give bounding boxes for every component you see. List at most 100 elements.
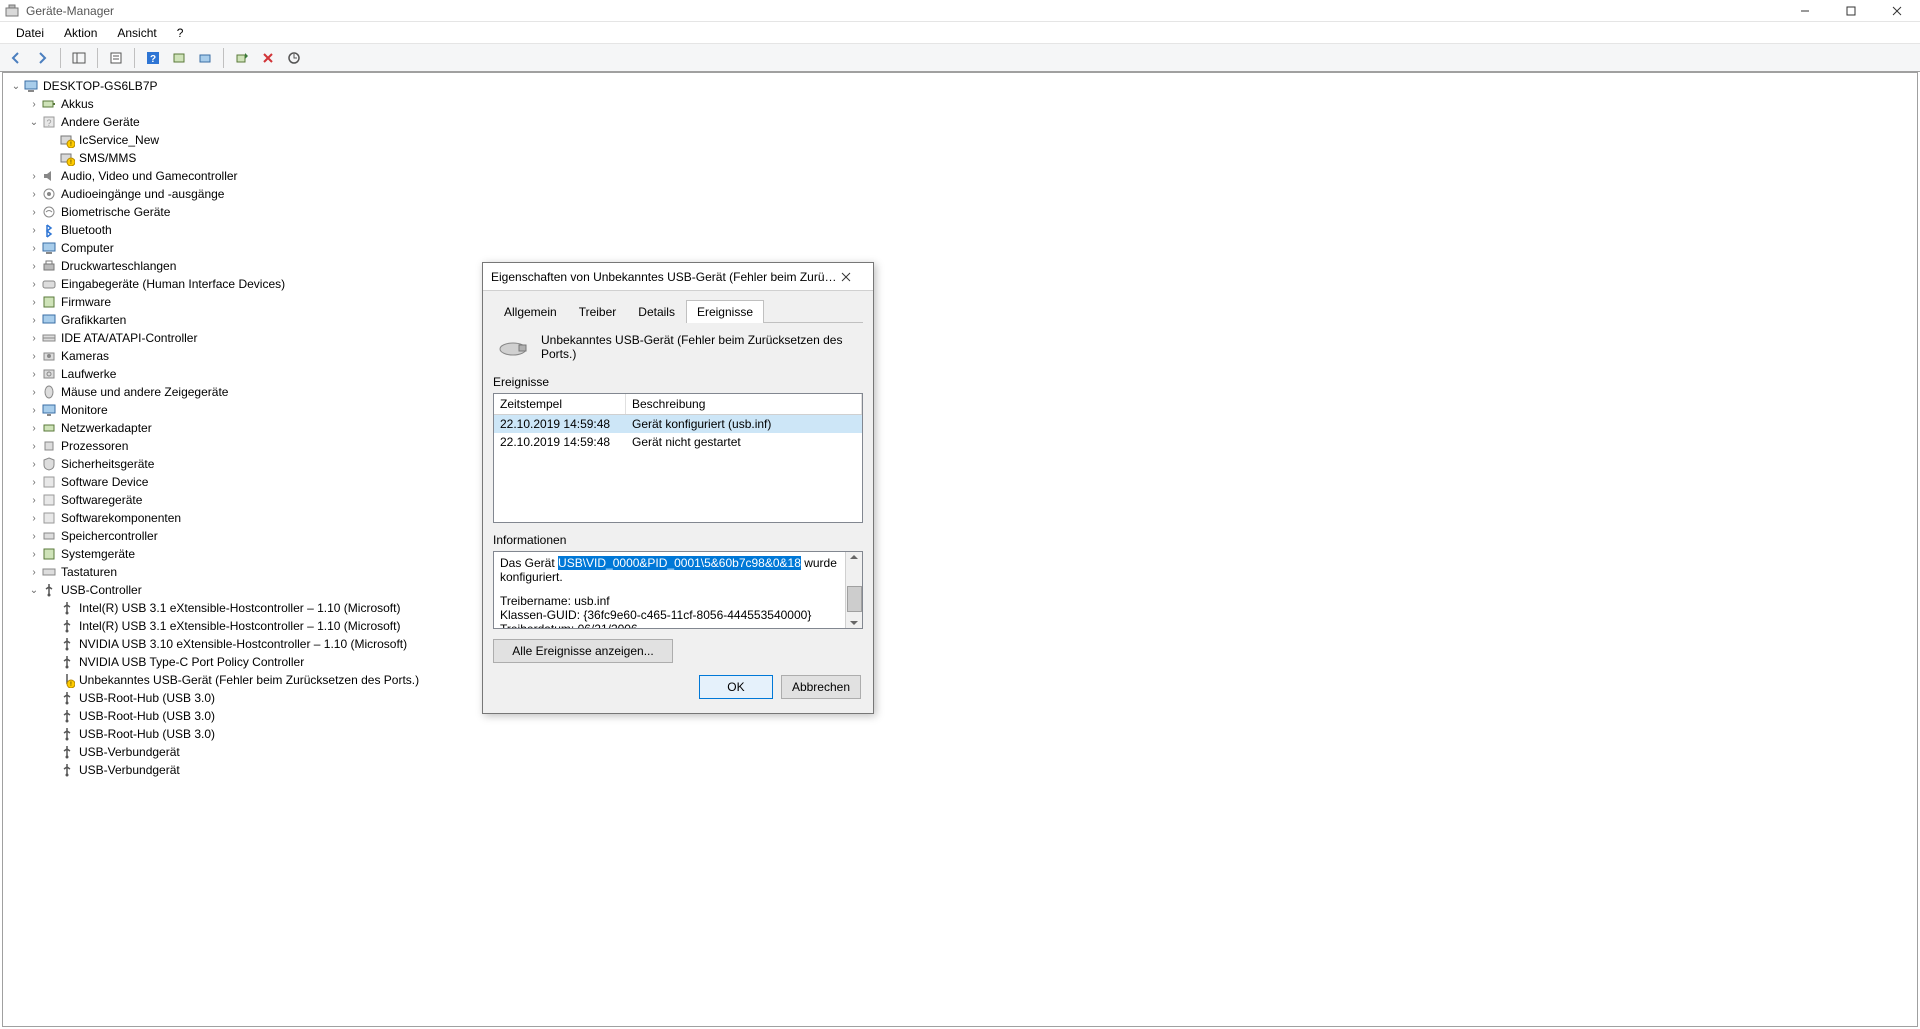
chevron-right-icon[interactable]: ›: [27, 279, 41, 290]
chevron-right-icon[interactable]: ›: [27, 369, 41, 380]
tree-node[interactable]: ›Speichercontroller: [5, 527, 1915, 545]
tree-leaf[interactable]: NVIDIA USB Type-C Port Policy Controller: [5, 653, 1915, 671]
menu-view[interactable]: Ansicht: [107, 24, 166, 42]
show-all-events-button[interactable]: Alle Ereignisse anzeigen...: [493, 639, 673, 663]
event-row[interactable]: 22.10.2019 14:59:48Gerät nicht gestartet: [494, 433, 862, 451]
tab-general[interactable]: Allgemein: [493, 300, 568, 323]
tree-node[interactable]: ›Audioeingänge und -ausgänge: [5, 185, 1915, 203]
tree-node[interactable]: ›Prozessoren: [5, 437, 1915, 455]
event-row[interactable]: 22.10.2019 14:59:48Gerät konfiguriert (u…: [494, 415, 862, 433]
tree-node[interactable]: ›Akkus: [5, 95, 1915, 113]
chevron-right-icon[interactable]: ›: [27, 351, 41, 362]
chevron-right-icon[interactable]: ›: [27, 567, 41, 578]
column-description[interactable]: Beschreibung: [626, 394, 862, 414]
tree-node[interactable]: ›Systemgeräte: [5, 545, 1915, 563]
tab-driver[interactable]: Treiber: [568, 300, 628, 323]
tree-node[interactable]: ›Software Device: [5, 473, 1915, 491]
chevron-right-icon[interactable]: ›: [27, 441, 41, 452]
chevron-down-icon[interactable]: ⌄: [27, 585, 41, 596]
tree-node[interactable]: ›Bluetooth: [5, 221, 1915, 239]
tree-node[interactable]: ›Softwarekomponenten: [5, 509, 1915, 527]
chevron-right-icon[interactable]: ›: [27, 513, 41, 524]
tree-leaf[interactable]: !IcService_New: [5, 131, 1915, 149]
enable-device-button[interactable]: [230, 46, 254, 70]
chevron-right-icon[interactable]: ›: [27, 333, 41, 344]
tree-node[interactable]: ›Kameras: [5, 347, 1915, 365]
tree-node[interactable]: ›Firmware: [5, 293, 1915, 311]
tree-node[interactable]: ›Mäuse und andere Zeigegeräte: [5, 383, 1915, 401]
scroll-thumb[interactable]: [847, 586, 862, 612]
scan-hardware-button[interactable]: [167, 46, 191, 70]
tree-node[interactable]: ›Computer: [5, 239, 1915, 257]
tree-node[interactable]: ›Audio, Video und Gamecontroller: [5, 167, 1915, 185]
tree-node[interactable]: ›Biometrische Geräte: [5, 203, 1915, 221]
chevron-right-icon[interactable]: ›: [27, 225, 41, 236]
tree-node[interactable]: ›Tastaturen: [5, 563, 1915, 581]
tree-node[interactable]: ›Sicherheitsgeräte: [5, 455, 1915, 473]
tree-leaf[interactable]: USB-Verbundgerät: [5, 761, 1915, 779]
chevron-right-icon[interactable]: ›: [27, 387, 41, 398]
tab-events[interactable]: Ereignisse: [686, 300, 764, 323]
chevron-right-icon[interactable]: ›: [27, 531, 41, 542]
tree-node[interactable]: ⌄USB-Controller: [5, 581, 1915, 599]
chevron-right-icon[interactable]: ›: [27, 99, 41, 110]
tree-root[interactable]: ⌄DESKTOP-GS6LB7P: [5, 77, 1915, 95]
chevron-right-icon[interactable]: ›: [27, 315, 41, 326]
tree-leaf[interactable]: Intel(R) USB 3.1 eXtensible-Hostcontroll…: [5, 599, 1915, 617]
chevron-right-icon[interactable]: ›: [27, 495, 41, 506]
tree-node[interactable]: ›IDE ATA/ATAPI-Controller: [5, 329, 1915, 347]
back-button[interactable]: [4, 46, 28, 70]
chevron-right-icon[interactable]: ›: [27, 423, 41, 434]
tree-node[interactable]: ›Softwaregeräte: [5, 491, 1915, 509]
scan-for-changes-button[interactable]: [282, 46, 306, 70]
menu-help[interactable]: ?: [167, 24, 194, 42]
column-timestamp[interactable]: Zeitstempel: [494, 394, 626, 414]
chevron-right-icon[interactable]: ›: [27, 549, 41, 560]
tree-leaf[interactable]: NVIDIA USB 3.10 eXtensible-Hostcontrolle…: [5, 635, 1915, 653]
dialog-title-bar[interactable]: Eigenschaften von Unbekanntes USB-Gerät …: [483, 263, 873, 291]
chevron-down-icon[interactable]: ⌄: [9, 81, 23, 92]
events-list[interactable]: Zeitstempel Beschreibung 22.10.2019 14:5…: [493, 393, 863, 523]
chevron-right-icon[interactable]: ›: [27, 243, 41, 254]
scroll-down-icon[interactable]: [849, 618, 859, 628]
tree-node[interactable]: ›Eingabegeräte (Human Interface Devices): [5, 275, 1915, 293]
chevron-right-icon[interactable]: ›: [27, 459, 41, 470]
uninstall-device-button[interactable]: [256, 46, 280, 70]
tree-leaf[interactable]: Intel(R) USB 3.1 eXtensible-Hostcontroll…: [5, 617, 1915, 635]
tree-node[interactable]: ›Grafikkarten: [5, 311, 1915, 329]
ok-button[interactable]: OK: [699, 675, 773, 699]
tab-details[interactable]: Details: [627, 300, 686, 323]
menu-file[interactable]: Datei: [6, 24, 54, 42]
tree-node[interactable]: ⌄?Andere Geräte: [5, 113, 1915, 131]
chevron-right-icon[interactable]: ›: [27, 477, 41, 488]
tree-leaf[interactable]: !SMS/MMS: [5, 149, 1915, 167]
tree-node[interactable]: ›Monitore: [5, 401, 1915, 419]
chevron-right-icon[interactable]: ›: [27, 171, 41, 182]
properties-button[interactable]: [104, 46, 128, 70]
tree-leaf[interactable]: USB-Root-Hub (USB 3.0): [5, 707, 1915, 725]
chevron-down-icon[interactable]: ⌄: [27, 117, 41, 128]
scroll-up-icon[interactable]: [849, 552, 859, 562]
tree-node[interactable]: ›Laufwerke: [5, 365, 1915, 383]
menu-action[interactable]: Aktion: [54, 24, 107, 42]
tree-leaf[interactable]: !Unbekanntes USB-Gerät (Fehler beim Zurü…: [5, 671, 1915, 689]
update-driver-button[interactable]: [193, 46, 217, 70]
chevron-right-icon[interactable]: ›: [27, 297, 41, 308]
tree-node[interactable]: ›Netzwerkadapter: [5, 419, 1915, 437]
minimize-button[interactable]: [1782, 0, 1828, 22]
cancel-button[interactable]: Abbrechen: [781, 675, 861, 699]
tree-node[interactable]: ›Druckwarteschlangen: [5, 257, 1915, 275]
chevron-right-icon[interactable]: ›: [27, 189, 41, 200]
chevron-right-icon[interactable]: ›: [27, 207, 41, 218]
show-hide-console-tree-button[interactable]: [67, 46, 91, 70]
chevron-right-icon[interactable]: ›: [27, 405, 41, 416]
tree-leaf[interactable]: USB-Verbundgerät: [5, 743, 1915, 761]
device-tree-pane[interactable]: ⌄DESKTOP-GS6LB7P›Akkus⌄?Andere Geräte!Ic…: [2, 72, 1918, 1027]
chevron-right-icon[interactable]: ›: [27, 261, 41, 272]
dialog-close-button[interactable]: [841, 272, 865, 282]
tree-leaf[interactable]: USB-Root-Hub (USB 3.0): [5, 725, 1915, 743]
help-button[interactable]: ?: [141, 46, 165, 70]
maximize-button[interactable]: [1828, 0, 1874, 22]
info-scrollbar[interactable]: [845, 552, 862, 628]
tree-leaf[interactable]: USB-Root-Hub (USB 3.0): [5, 689, 1915, 707]
